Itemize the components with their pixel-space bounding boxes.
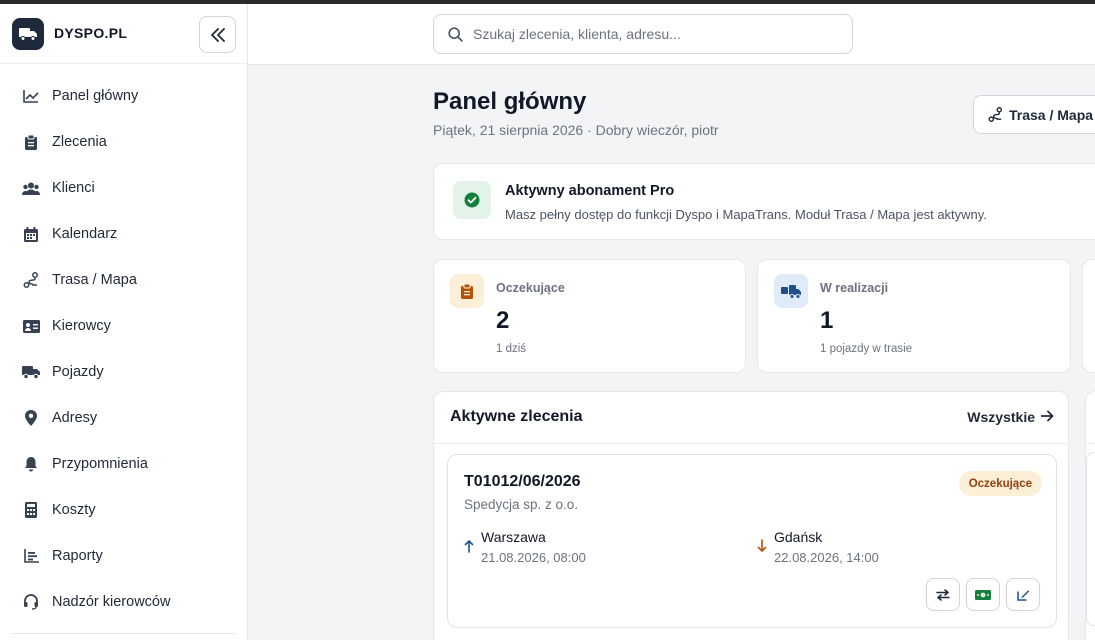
- money-icon: [975, 589, 991, 600]
- id-card-icon: [22, 317, 40, 335]
- side-panel-divider: [1086, 443, 1095, 444]
- users-icon: [22, 179, 40, 197]
- check-circle-icon: [453, 181, 491, 219]
- sidebar-item-nadzor-kierowcow[interactable]: Nadzór kierowców: [0, 579, 247, 625]
- change-status-button[interactable]: [926, 578, 960, 611]
- sidebar: DYSPO.PL Panel główny Zlecenia Klienci K…: [0, 4, 248, 640]
- exchange-icon: [936, 588, 950, 601]
- order-card[interactable]: T01012/06/2026 Spedycja sp. z o.o. Oczek…: [447, 454, 1057, 628]
- active-orders-title: Aktywne zlecenia: [450, 408, 583, 425]
- sidebar-item-przypomnienia[interactable]: Przypomnienia: [0, 441, 247, 487]
- route-map-button[interactable]: Trasa / Mapa: [973, 95, 1095, 134]
- side-panel-partial: [1085, 391, 1095, 640]
- delivery-city: Gdańsk: [774, 529, 823, 545]
- headset-icon: [22, 593, 40, 611]
- sidebar-item-klienci[interactable]: Klienci: [0, 165, 247, 211]
- edit-icon: [1016, 590, 1029, 601]
- active-orders-panel: Aktywne zlecenia Wszystkie T01012/06/202…: [433, 391, 1069, 640]
- sidebar-item-zlecenia[interactable]: Zlecenia: [0, 119, 247, 165]
- sidebar-item-label: Kalendarz: [52, 226, 118, 242]
- sidebar-item-koszty[interactable]: Koszty: [0, 487, 247, 533]
- page-title: Panel główny: [433, 88, 587, 115]
- delivery-date: 22.08.2026, 14:00: [774, 550, 879, 565]
- brand-header: DYSPO.PL: [0, 4, 247, 64]
- sidebar-item-raporty[interactable]: Raporty: [0, 533, 247, 579]
- route-icon: [988, 107, 1003, 122]
- sidebar-item-label: Trasa / Mapa: [52, 272, 137, 288]
- collapse-sidebar-button[interactable]: [199, 16, 236, 53]
- stat-value: 1: [820, 307, 834, 334]
- subscription-banner: Aktywny abonament Pro Masz pełny dostęp …: [433, 163, 1095, 240]
- sidebar-item-label: Klienci: [52, 180, 95, 196]
- truck-icon: [22, 363, 40, 381]
- calendar-icon: [22, 225, 40, 243]
- costs-button[interactable]: [966, 578, 1000, 611]
- clipboard-icon: [450, 274, 484, 308]
- truck-loading-icon: [774, 274, 808, 308]
- route-icon: [22, 271, 40, 289]
- sidebar-item-label: Pojazdy: [52, 364, 104, 380]
- page-subtitle: Piątek, 21 sierpnia 2026 · Dobry wieczór…: [433, 122, 719, 138]
- chart-line-icon: [22, 87, 40, 105]
- pickup-date: 21.08.2026, 08:00: [481, 550, 586, 565]
- sidebar-item-label: Nadzór kierowców: [52, 594, 171, 610]
- stat-card-pending[interactable]: Oczekujące 2 1 dziś: [433, 259, 746, 373]
- sidebar-divider: [12, 633, 235, 634]
- chevrons-left-icon: [210, 27, 225, 42]
- side-panel-card: [1086, 452, 1095, 626]
- sidebar-item-label: Panel główny: [52, 88, 139, 104]
- calculator-icon: [22, 501, 40, 519]
- arrow-up-icon: [464, 540, 474, 553]
- search-icon: [448, 26, 463, 42]
- view-all-link[interactable]: Wszystkie: [967, 409, 1054, 425]
- stat-note: 1 dziś: [496, 343, 527, 355]
- sidebar-item-label: Zlecenia: [52, 134, 107, 150]
- top-header: [248, 4, 1095, 65]
- edit-order-button[interactable]: [1006, 578, 1040, 611]
- map-pin-icon: [22, 409, 40, 427]
- order-number[interactable]: T01012/06/2026: [464, 473, 581, 491]
- stat-label: Oczekujące: [496, 281, 565, 295]
- sidebar-nav: Panel główny Zlecenia Klienci Kalendarz …: [0, 64, 247, 625]
- active-orders-header: Aktywne zlecenia Wszystkie: [434, 392, 1068, 444]
- bar-chart-icon: [22, 547, 40, 565]
- order-client: Spedycja sp. z o.o.: [464, 497, 579, 512]
- sidebar-item-label: Przypomnienia: [52, 456, 148, 472]
- arrow-down-icon: [757, 539, 767, 552]
- search-box[interactable]: [433, 14, 853, 54]
- sidebar-item-panel[interactable]: Panel główny: [0, 73, 247, 119]
- clipboard-icon: [22, 133, 40, 151]
- bell-icon: [22, 455, 40, 473]
- route-map-button-label: Trasa / Mapa: [1009, 106, 1094, 123]
- sidebar-item-kierowcy[interactable]: Kierowcy: [0, 303, 247, 349]
- stat-label: W realizacji: [820, 281, 889, 295]
- subscription-title: Aktywny abonament Pro: [505, 183, 675, 199]
- sidebar-item-label: Raporty: [52, 548, 103, 564]
- pickup-city: Warszawa: [481, 529, 546, 545]
- sidebar-item-pojazdy[interactable]: Pojazdy: [0, 349, 247, 395]
- sidebar-item-label: Kierowcy: [52, 318, 111, 334]
- sidebar-item-kalendarz[interactable]: Kalendarz: [0, 211, 247, 257]
- sidebar-item-trasa-mapa[interactable]: Trasa / Mapa: [0, 257, 247, 303]
- sidebar-item-adresy[interactable]: Adresy: [0, 395, 247, 441]
- subscription-description: Masz pełny dostęp do funkcji Dyspo i Map…: [505, 207, 987, 222]
- brand-name[interactable]: DYSPO.PL: [54, 25, 127, 41]
- stat-value: 2: [496, 307, 510, 334]
- stat-card-partial[interactable]: [1082, 259, 1095, 373]
- search-input[interactable]: [473, 26, 833, 42]
- stat-card-in-progress[interactable]: W realizacji 1 1 pojazdy w trasie: [757, 259, 1071, 373]
- status-badge: Oczekujące: [958, 471, 1042, 496]
- sidebar-item-label: Adresy: [52, 410, 98, 426]
- view-all-label: Wszystkie: [967, 409, 1035, 425]
- arrow-right-icon: [1040, 409, 1054, 425]
- stat-note: 1 pojazdy w trasie: [820, 343, 913, 355]
- truck-icon[interactable]: [12, 18, 44, 50]
- sidebar-item-label: Koszty: [52, 502, 96, 518]
